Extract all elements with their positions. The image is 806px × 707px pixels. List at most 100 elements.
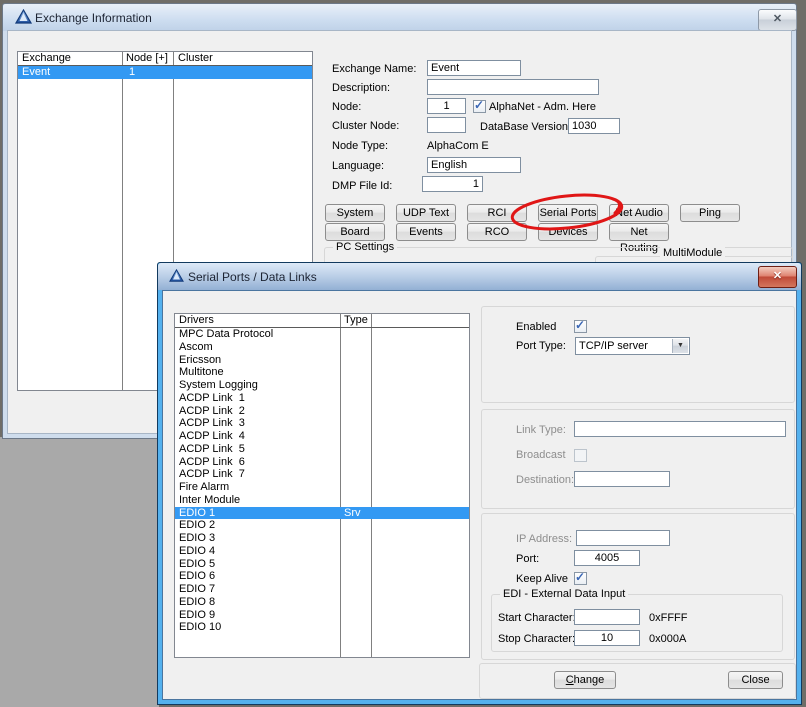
exchange-action-button[interactable]: UDP Text xyxy=(396,204,456,222)
dmp-file-label: DMP File Id: xyxy=(332,180,392,193)
exchange-action-button[interactable]: Devices xyxy=(538,223,598,241)
change-button[interactable]: Change xyxy=(554,671,616,689)
column-header-exchange[interactable]: Exchange xyxy=(22,52,71,65)
driver-list-item[interactable]: EDIO 8 xyxy=(175,596,469,609)
driver-list-item[interactable]: EDIO 4 xyxy=(175,545,469,558)
driver-list-item[interactable]: ACDP Link 1 xyxy=(175,392,469,405)
driver-list-item[interactable]: ACDP Link 5 xyxy=(175,443,469,456)
close-icon: ✕ xyxy=(773,13,782,25)
chevron-down-icon[interactable]: ▼ xyxy=(672,339,688,353)
link-type-field[interactable] xyxy=(574,421,786,437)
check-icon: ✓ xyxy=(575,570,585,584)
driver-name: Multitone xyxy=(179,366,224,379)
driver-list-item[interactable]: Fire Alarm xyxy=(175,481,469,494)
stop-character-hex: 0x000A xyxy=(649,633,686,646)
driver-list-item[interactable]: EDIO 1 Srv xyxy=(175,507,469,520)
serial-dialog-titlebar[interactable]: Serial Ports / Data Links ✕ xyxy=(158,263,801,290)
driver-list-item[interactable]: ACDP Link 3 xyxy=(175,417,469,430)
close-button[interactable]: ✕ xyxy=(758,9,797,31)
cluster-node-field[interactable] xyxy=(427,117,466,133)
driver-name: System Logging xyxy=(179,379,258,392)
broadcast-label: Broadcast xyxy=(516,449,566,462)
ip-address-label: IP Address: xyxy=(516,533,572,546)
enabled-label: Enabled xyxy=(516,321,556,334)
exchange-name-field[interactable]: Event xyxy=(427,60,521,76)
driver-list-item[interactable]: EDIO 10 xyxy=(175,621,469,634)
driver-list-item[interactable]: ACDP Link 7 xyxy=(175,468,469,481)
close-button[interactable]: Close xyxy=(728,671,783,689)
serial-ports-dialog: Serial Ports / Data Links ✕ Drivers Type… xyxy=(157,262,802,705)
stop-character-label: Stop Character: xyxy=(498,633,575,646)
start-character-hex: 0xFFFF xyxy=(649,612,688,625)
exchange-action-button[interactable]: RCO xyxy=(467,223,527,241)
database-version-label: DataBase Version: xyxy=(480,121,571,134)
column-header-type[interactable]: Type xyxy=(344,314,368,327)
driver-name: ACDP Link 1 xyxy=(179,392,245,405)
driver-name: Ericsson xyxy=(179,354,221,367)
driver-name: ACDP Link 7 xyxy=(179,468,245,481)
exchange-dialog-titlebar[interactable]: Exchange Information ✕ xyxy=(3,4,796,31)
node-field[interactable]: 1 xyxy=(427,98,466,114)
driver-list-item[interactable]: EDIO 5 xyxy=(175,558,469,571)
driver-name: EDIO 7 xyxy=(179,583,215,596)
drivers-rows: MPC Data Protocol Ascom Ericsson xyxy=(175,328,469,657)
exchange-action-button[interactable]: System xyxy=(325,204,385,222)
exchange-action-button[interactable]: Net Audio xyxy=(609,204,669,222)
driver-name: ACDP Link 5 xyxy=(179,443,245,456)
driver-list-item[interactable]: EDIO 2 xyxy=(175,519,469,532)
app-background xyxy=(0,437,159,707)
database-version-field[interactable]: 1030 xyxy=(568,118,620,134)
exchange-action-button[interactable]: Ping xyxy=(680,204,740,222)
driver-name: ACDP Link 3 xyxy=(179,417,245,430)
language-field[interactable]: English xyxy=(427,157,521,173)
exchange-row-event[interactable]: Event 1 xyxy=(18,66,312,79)
driver-list-item[interactable]: ACDP Link 2 xyxy=(175,405,469,418)
enabled-checkbox[interactable]: ✓ xyxy=(574,320,587,333)
column-header-node[interactable]: Node [+] xyxy=(126,52,168,65)
driver-name: EDIO 1 xyxy=(179,507,215,520)
driver-list-item[interactable]: EDIO 7 xyxy=(175,583,469,596)
keep-alive-checkbox[interactable]: ✓ xyxy=(574,572,587,585)
multimodule-label: MultiModule xyxy=(660,247,725,260)
exchange-action-button[interactable]: Net Routing xyxy=(609,223,669,241)
driver-list-item[interactable]: System Logging xyxy=(175,379,469,392)
driver-list-item[interactable]: ACDP Link 4 xyxy=(175,430,469,443)
column-header-drivers[interactable]: Drivers xyxy=(179,314,214,327)
driver-list-item[interactable]: ACDP Link 6 xyxy=(175,456,469,469)
link-type-label: Link Type: xyxy=(516,424,566,437)
destination-label: Destination: xyxy=(516,474,574,487)
check-icon: ✓ xyxy=(474,98,484,112)
drivers-list-header[interactable]: Drivers Type xyxy=(175,314,469,328)
broadcast-checkbox[interactable] xyxy=(574,449,587,462)
close-button[interactable]: ✕ xyxy=(758,266,797,288)
description-field[interactable] xyxy=(427,79,599,95)
keep-alive-label: Keep Alive xyxy=(516,573,568,586)
exchange-action-button[interactable]: Serial Ports xyxy=(538,204,598,222)
exchange-buttons-row2: Board Events RCO Devices Net Routing xyxy=(325,223,669,241)
driver-list-item[interactable]: Multitone xyxy=(175,366,469,379)
column-header-cluster[interactable]: Cluster xyxy=(178,52,213,65)
exchange-action-button[interactable]: Events xyxy=(396,223,456,241)
driver-list-item[interactable]: EDIO 3 xyxy=(175,532,469,545)
stop-character-field[interactable]: 10 xyxy=(574,630,640,646)
drivers-list[interactable]: Drivers Type MPC Data Protocol Ascom xyxy=(174,313,470,658)
close-icon: ✕ xyxy=(773,270,782,282)
ip-address-field[interactable] xyxy=(576,530,670,546)
exchange-list-header[interactable]: Exchange Node [+] Cluster xyxy=(18,52,312,66)
start-character-field[interactable] xyxy=(574,609,640,625)
dmp-file-field[interactable]: 1 xyxy=(422,176,483,192)
exchange-action-button[interactable]: RCI xyxy=(467,204,527,222)
driver-list-item[interactable]: EDIO 9 xyxy=(175,609,469,622)
driver-list-item[interactable]: Ascom xyxy=(175,341,469,354)
destination-field[interactable] xyxy=(574,471,670,487)
driver-list-item[interactable]: Ericsson xyxy=(175,354,469,367)
driver-list-item[interactable]: Inter Module xyxy=(175,494,469,507)
port-type-dropdown[interactable]: TCP/IP server ▼ xyxy=(575,337,690,355)
driver-name: Fire Alarm xyxy=(179,481,229,494)
exchange-action-button[interactable]: Board xyxy=(325,223,385,241)
alphanet-checkbox[interactable]: ✓ xyxy=(473,100,486,113)
driver-name: Ascom xyxy=(179,341,213,354)
driver-list-item[interactable]: MPC Data Protocol xyxy=(175,328,469,341)
driver-list-item[interactable]: EDIO 6 xyxy=(175,570,469,583)
port-field[interactable]: 4005 xyxy=(574,550,640,566)
